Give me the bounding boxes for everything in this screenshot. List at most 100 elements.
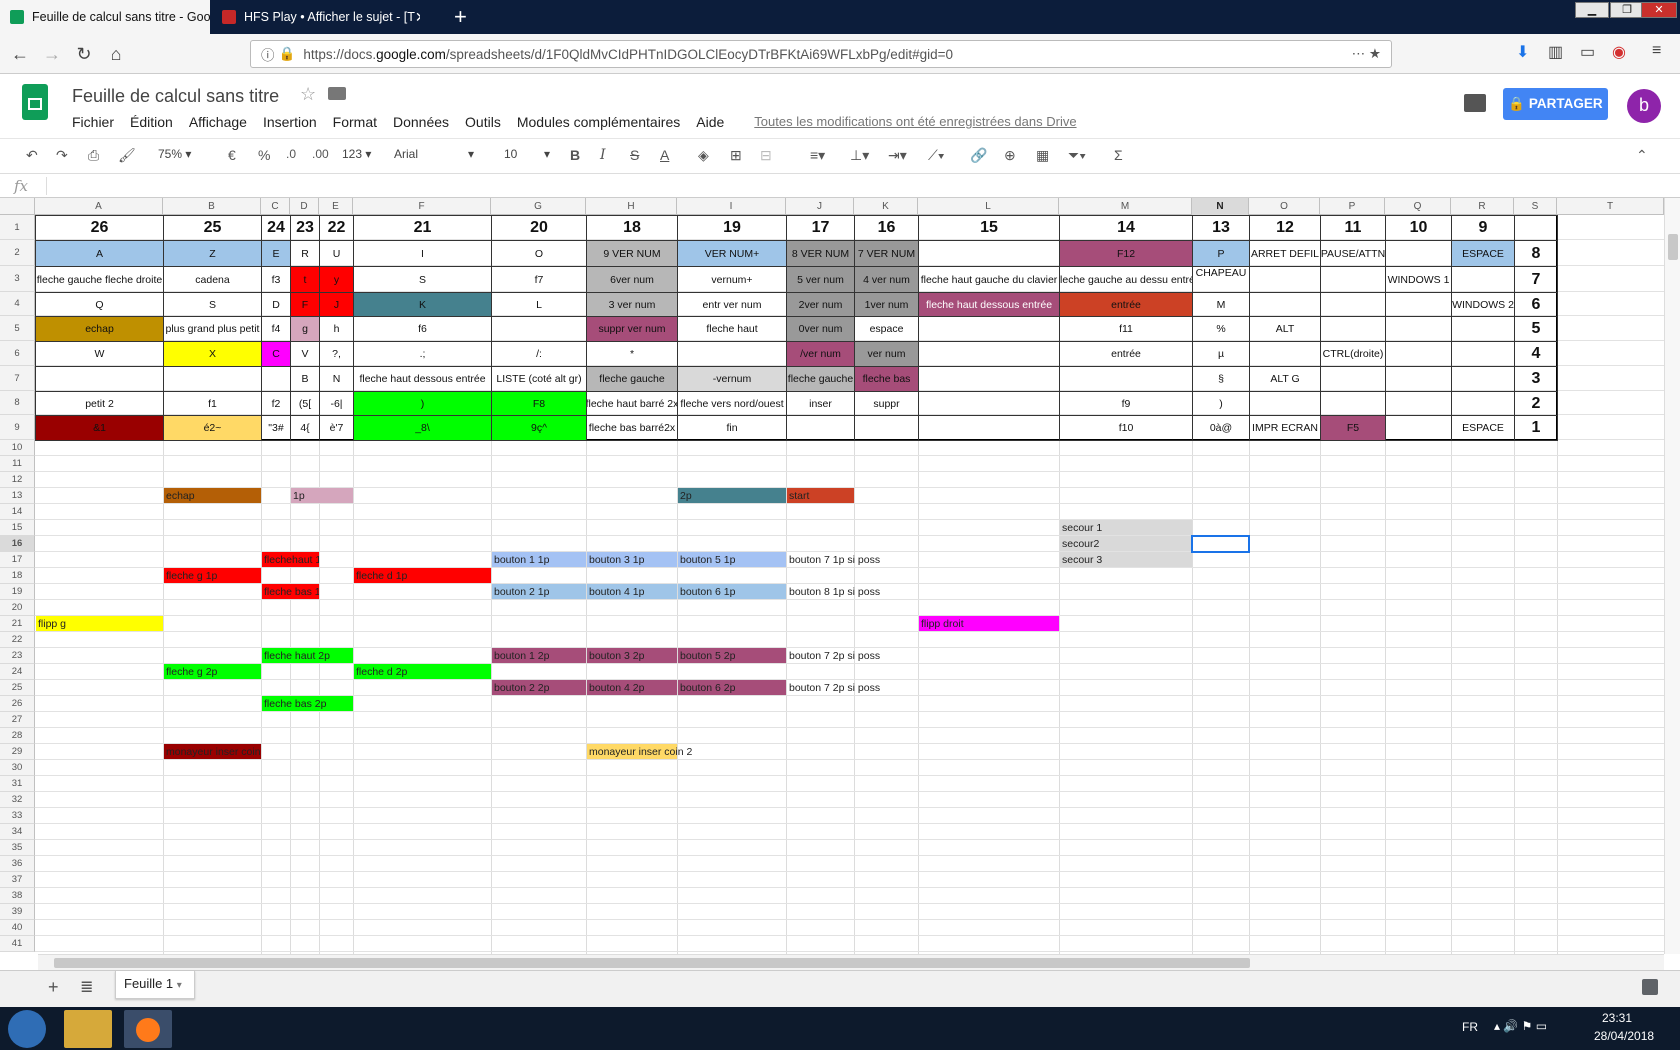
- key-cell[interactable]: 24: [262, 216, 290, 240]
- key-cell[interactable]: 7 VER NUM: [855, 241, 918, 266]
- row-header-13[interactable]: 13: [0, 488, 35, 504]
- key-cell[interactable]: Q: [36, 293, 163, 316]
- key-cell[interactable]: entr ver num: [678, 293, 786, 316]
- row-header-33[interactable]: 33: [0, 808, 35, 824]
- row-header-32[interactable]: 32: [0, 792, 35, 808]
- key-cell[interactable]: "3#: [262, 416, 290, 440]
- note-cell[interactable]: fleche bas 1p: [262, 584, 319, 599]
- key-cell[interactable]: 0à@: [1193, 416, 1249, 440]
- column-header-t[interactable]: T: [1557, 198, 1664, 215]
- menu-affichage[interactable]: Affichage: [189, 114, 247, 130]
- menu-edition[interactable]: Édition: [130, 114, 173, 130]
- key-cell[interactable]: /ver num: [787, 342, 854, 366]
- key-cell[interactable]: ESPACE: [1452, 241, 1514, 266]
- key-cell[interactable]: µ: [1193, 342, 1249, 366]
- key-cell[interactable]: fleche haut gauche du clavier: [919, 267, 1059, 292]
- key-cell[interactable]: 1ver num: [855, 293, 918, 316]
- row-header-15[interactable]: 15: [0, 520, 35, 536]
- download-icon[interactable]: ⬇: [1516, 42, 1529, 62]
- key-cell[interactable]: J: [320, 293, 353, 316]
- key-cell[interactable]: f7: [492, 267, 586, 292]
- explore-icon[interactable]: [1642, 979, 1658, 995]
- key-cell[interactable]: 3 ver num: [587, 293, 677, 316]
- row-header-20[interactable]: 20: [0, 600, 35, 616]
- row-header-26[interactable]: 26: [0, 696, 35, 712]
- note-cell[interactable]: bouton 3 2p: [587, 648, 677, 663]
- add-sheet-icon[interactable]: +: [48, 977, 59, 998]
- key-cell[interactable]: t: [291, 267, 319, 292]
- wrap-icon[interactable]: ⇥▾: [888, 147, 907, 164]
- fill-color-icon[interactable]: ◈: [698, 147, 709, 164]
- key-cell[interactable]: F8: [492, 392, 586, 415]
- column-header-i[interactable]: I: [677, 198, 786, 215]
- key-cell[interactable]: 12: [1250, 216, 1320, 240]
- column-header-l[interactable]: L: [918, 198, 1059, 215]
- note-cell[interactable]: bouton 1 1p: [492, 552, 586, 567]
- column-header-d[interactable]: D: [290, 198, 319, 215]
- key-cell[interactable]: IMPR ECRAN: [1250, 416, 1320, 440]
- key-cell[interactable]: fleche bas: [855, 367, 918, 391]
- note-cell[interactable]: bouton 7 1p si poss: [787, 552, 918, 567]
- row-header-29[interactable]: 29: [0, 744, 35, 760]
- font-select[interactable]: Arial ▾: [394, 147, 474, 161]
- note-cell[interactable]: flechehaut 1p: [262, 552, 319, 567]
- key-cell[interactable]: U: [320, 241, 353, 266]
- key-cell[interactable]: VER NUM+: [678, 241, 786, 266]
- selected-cell[interactable]: [1191, 535, 1250, 553]
- start-button-icon[interactable]: [8, 1010, 46, 1048]
- key-cell[interactable]: fleche haut: [678, 317, 786, 341]
- key-cell[interactable]: B: [291, 367, 319, 391]
- column-header-g[interactable]: G: [491, 198, 586, 215]
- close-tab-icon[interactable]: ✕: [415, 9, 420, 26]
- key-cell[interactable]: .;: [354, 342, 491, 366]
- column-header-n[interactable]: N: [1192, 198, 1249, 215]
- note-cell[interactable]: bouton 8 1p si poss: [787, 584, 918, 599]
- key-cell[interactable]: vernum+: [678, 267, 786, 292]
- row-header-11[interactable]: 11: [0, 456, 35, 472]
- row-header-9[interactable]: 9: [0, 415, 35, 440]
- note-cell[interactable]: secour2: [1060, 536, 1192, 551]
- row-header-38[interactable]: 38: [0, 888, 35, 904]
- note-cell[interactable]: 1p: [291, 488, 353, 503]
- key-cell[interactable]: 4{: [291, 416, 319, 440]
- column-header-m[interactable]: M: [1059, 198, 1192, 215]
- undo-icon[interactable]: ↶: [26, 147, 38, 164]
- home-icon[interactable]: ⌂: [102, 40, 130, 68]
- key-cell[interactable]: 21: [354, 216, 491, 240]
- vertical-scroll-thumb[interactable]: [1668, 234, 1678, 260]
- key-cell[interactable]: PAUSE/ATTN: [1321, 241, 1385, 266]
- key-cell[interactable]: 8 VER NUM: [787, 241, 854, 266]
- chart-icon[interactable]: ▦: [1036, 147, 1049, 164]
- file-explorer-icon[interactable]: [64, 1010, 112, 1048]
- note-cell[interactable]: flipp droit: [919, 616, 1059, 631]
- key-cell[interactable]: inser: [787, 392, 854, 415]
- restore-icon[interactable]: ❐: [1610, 2, 1644, 18]
- key-cell[interactable]: fleche gauche fleche droite: [36, 267, 163, 292]
- key-cell[interactable]: 11: [1321, 216, 1385, 240]
- firefox-icon[interactable]: [124, 1010, 172, 1048]
- row-header-12[interactable]: 12: [0, 472, 35, 488]
- italic-icon[interactable]: I: [600, 147, 606, 163]
- note-cell[interactable]: secour 1: [1060, 520, 1192, 535]
- note-cell[interactable]: bouton 3 1p: [587, 552, 677, 567]
- functions-icon[interactable]: Σ: [1114, 147, 1123, 163]
- key-cell[interactable]: plus grand plus petit: [164, 317, 261, 341]
- save-status-link[interactable]: Toutes les modifications ont été enregis…: [754, 114, 1076, 130]
- row-header-5[interactable]: 5: [0, 316, 35, 341]
- row-header-23[interactable]: 23: [0, 648, 35, 664]
- key-cell[interactable]: E: [262, 241, 290, 266]
- key-cell[interactable]: entrée: [1060, 293, 1192, 316]
- back-icon[interactable]: ←: [6, 40, 34, 68]
- key-cell[interactable]: §: [1193, 367, 1249, 391]
- row-header-27[interactable]: 27: [0, 712, 35, 728]
- key-cell[interactable]: W: [36, 342, 163, 366]
- row-header-39[interactable]: 39: [0, 904, 35, 920]
- row-header-36[interactable]: 36: [0, 856, 35, 872]
- key-cell[interactable]: 13: [1193, 216, 1249, 240]
- key-cell[interactable]: 8: [1515, 241, 1557, 266]
- key-cell[interactable]: Z: [164, 241, 261, 266]
- key-cell[interactable]: 5 ver num: [787, 267, 854, 292]
- key-cell[interactable]: 14: [1060, 216, 1192, 240]
- rotate-icon[interactable]: ⟋▾: [928, 147, 945, 164]
- menu-aide[interactable]: Aide: [696, 114, 724, 130]
